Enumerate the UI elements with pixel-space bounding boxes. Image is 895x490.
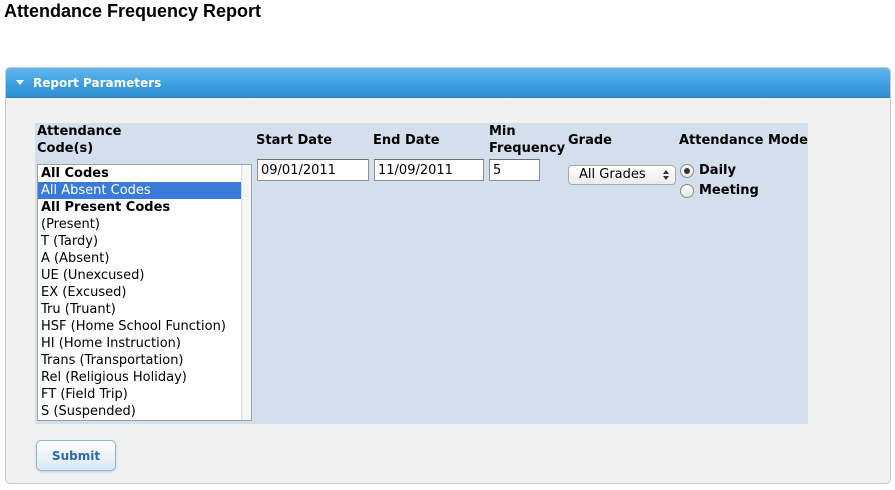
code-option[interactable]: All Codes xyxy=(38,165,241,182)
grade-label: Grade xyxy=(568,133,612,148)
submit-button[interactable]: Submit xyxy=(36,440,116,471)
code-option[interactable]: FT (Field Trip) xyxy=(38,386,241,403)
mode-daily-label: Daily xyxy=(699,163,736,178)
attendance-codes-label: Attendance Code(s) xyxy=(37,124,122,156)
grade-select[interactable]: All Grades xyxy=(568,165,676,185)
start-date-input[interactable] xyxy=(257,159,369,181)
listbox-scrollbar[interactable] xyxy=(241,165,251,420)
code-option[interactable]: HSF (Home School Function) xyxy=(38,318,241,335)
page-title: Attendance Frequency Report xyxy=(4,1,262,21)
code-option[interactable]: HI (Home Instruction) xyxy=(38,335,241,352)
attendance-codes-listbox[interactable]: All Codes All Absent Codes All Present Cod… xyxy=(37,164,252,421)
end-date-input[interactable] xyxy=(374,159,484,181)
select-arrows-icon xyxy=(663,170,669,180)
code-option[interactable]: (Present) xyxy=(38,216,241,233)
min-frequency-label: Min Frequency xyxy=(489,124,566,156)
panel-header-label: Report Parameters xyxy=(33,75,162,90)
attendance-mode-label: Attendance Mode xyxy=(679,133,808,148)
end-date-label: End Date xyxy=(373,133,440,148)
code-option[interactable]: S (Suspended) xyxy=(38,403,241,420)
code-option[interactable]: A (Absent) xyxy=(38,250,241,267)
code-option[interactable]: Tru (Truant) xyxy=(38,301,241,318)
report-parameters-header[interactable]: Report Parameters xyxy=(6,68,890,98)
mode-meeting-label: Meeting xyxy=(699,183,759,198)
mode-meeting-radio[interactable] xyxy=(680,183,694,198)
code-option[interactable]: UE (Unexcused) xyxy=(38,267,241,284)
mode-meeting-option[interactable]: Meeting xyxy=(680,183,759,198)
start-date-label: Start Date xyxy=(256,133,333,148)
code-option[interactable]: Rel (Religious Holiday) xyxy=(38,369,241,386)
code-option[interactable]: Trans (Transportation) xyxy=(38,352,241,369)
code-option[interactable]: All Present Codes xyxy=(38,199,241,216)
grade-select-value: All Grades xyxy=(579,167,646,182)
code-option[interactable]: EX (Excused) xyxy=(38,284,241,301)
collapse-triangle-icon[interactable] xyxy=(16,80,24,85)
mode-daily-option[interactable]: Daily xyxy=(680,163,736,178)
parameters-form: Attendance Code(s) All Codes All Absent C… xyxy=(35,123,808,424)
code-option[interactable]: All Absent Codes xyxy=(38,182,241,199)
report-parameters-panel: Report Parameters Attendance Code(s) All… xyxy=(5,67,891,484)
mode-daily-radio[interactable] xyxy=(680,163,694,178)
min-frequency-input[interactable] xyxy=(489,159,540,181)
code-option[interactable]: T (Tardy) xyxy=(38,233,241,250)
